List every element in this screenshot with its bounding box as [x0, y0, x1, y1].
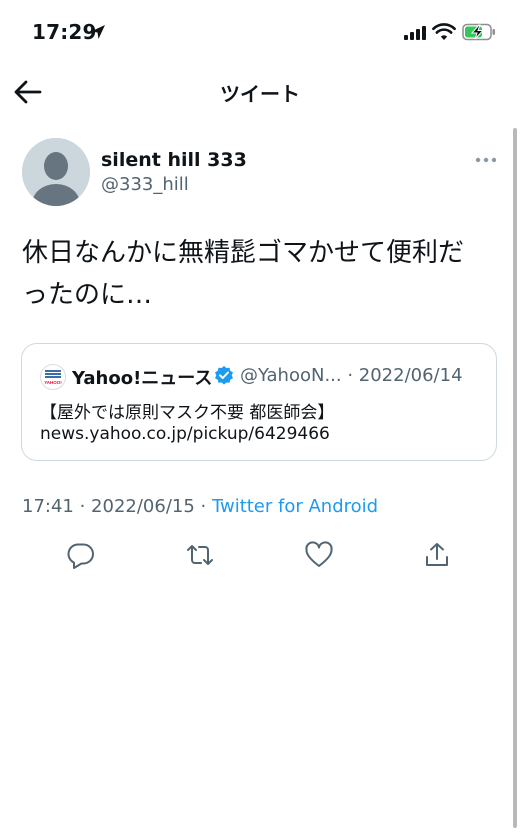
- scroll-indicator: [513, 128, 517, 828]
- verified-badge-icon: [215, 366, 233, 385]
- action-bar: [0, 536, 520, 572]
- yahoo-news-logo-icon: YAHOO!: [40, 364, 66, 390]
- quoted-tweet-card[interactable]: YAHOO! Yahoo!ニュース @YahooN... · 2022/06/1…: [21, 343, 497, 461]
- location-arrow-icon: [91, 25, 105, 39]
- default-avatar-icon: [22, 138, 90, 206]
- tweet-text-line: ったのに…: [22, 280, 153, 310]
- tweet-text-line: 休日なんかに無精髭ゴマかせて便利だ: [22, 238, 465, 268]
- quoted-link-text: news.yahoo.co.jp/pickup/6429466: [40, 424, 330, 444]
- like-icon[interactable]: [304, 540, 334, 570]
- avatar[interactable]: [22, 138, 90, 206]
- quoted-handle-date: @YahooN... · 2022/06/14: [240, 365, 463, 386]
- retweet-icon[interactable]: [185, 540, 215, 570]
- more-options-icon[interactable]: [474, 150, 498, 170]
- logo-text: YAHOO!: [44, 380, 62, 385]
- nav-bar: ツイート: [0, 66, 520, 118]
- quoted-display-name: Yahoo!ニュース: [72, 368, 213, 389]
- quoted-text-line: 【屋外では原則マスク不要 都医師会】: [40, 403, 335, 423]
- display-name[interactable]: silent hill 333: [101, 149, 247, 171]
- tweet-timestamp: 17:41 · 2022/06/15 ·: [22, 496, 212, 517]
- tweet-text: 休日なんかに無精髭ゴマかせて便利だ ったのに…: [22, 232, 502, 316]
- signal-icon: [404, 26, 426, 40]
- tweet-meta: 17:41 · 2022/06/15 · Twitter for Android: [22, 496, 378, 517]
- user-handle[interactable]: @333_hill: [101, 174, 189, 195]
- battery-charging-icon: [462, 23, 495, 41]
- wifi-icon: [432, 23, 456, 40]
- page-title: ツイート: [220, 82, 300, 106]
- share-icon[interactable]: [422, 540, 452, 570]
- status-time: 17:29: [32, 20, 97, 44]
- reply-icon[interactable]: [66, 540, 96, 570]
- status-bar: 17:29: [0, 0, 520, 64]
- tweet-source-link[interactable]: Twitter for Android: [212, 496, 378, 517]
